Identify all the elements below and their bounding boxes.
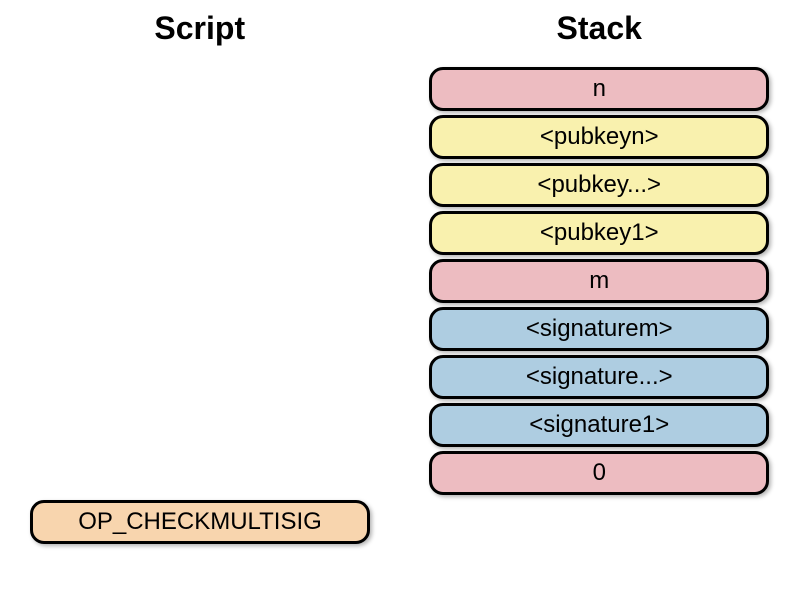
stack-item-label: <pubkey...> (537, 171, 661, 199)
stack-item-label: <signature1> (529, 411, 669, 439)
stack-item-signature1: <signature1> (429, 403, 769, 447)
stack-item-label: <pubkeyn> (540, 123, 659, 151)
stack-item-label: <signaturem> (526, 315, 673, 343)
stack-item-signaturem: <signaturem> (429, 307, 769, 351)
stack-column: Stack n <pubkeyn> <pubkey...> <pubkey1> … (400, 10, 799, 579)
stack-items-container: n <pubkeyn> <pubkey...> <pubkey1> m <sig… (429, 67, 769, 495)
diagram-container: Script OP_CHECKMULTISIG Stack n <pubkeyn… (0, 0, 799, 589)
stack-item-m: m (429, 259, 769, 303)
stack-item-label: m (589, 267, 609, 295)
stack-item-n: n (429, 67, 769, 111)
stack-item-signature-ellipsis: <signature...> (429, 355, 769, 399)
stack-item-label: <signature...> (526, 363, 673, 391)
stack-item-zero: 0 (429, 451, 769, 495)
script-column: Script OP_CHECKMULTISIG (0, 10, 400, 579)
stack-item-pubkey-ellipsis: <pubkey...> (429, 163, 769, 207)
script-item-label: OP_CHECKMULTISIG (78, 508, 322, 536)
stack-header: Stack (557, 10, 642, 47)
stack-item-label: <pubkey1> (540, 219, 659, 247)
stack-item-label: n (593, 75, 606, 103)
stack-item-label: 0 (593, 459, 606, 487)
script-item-op-checkmultisig: OP_CHECKMULTISIG (30, 500, 370, 544)
stack-item-pubkey1: <pubkey1> (429, 211, 769, 255)
script-header: Script (154, 10, 245, 47)
stack-item-pubkeyn: <pubkeyn> (429, 115, 769, 159)
